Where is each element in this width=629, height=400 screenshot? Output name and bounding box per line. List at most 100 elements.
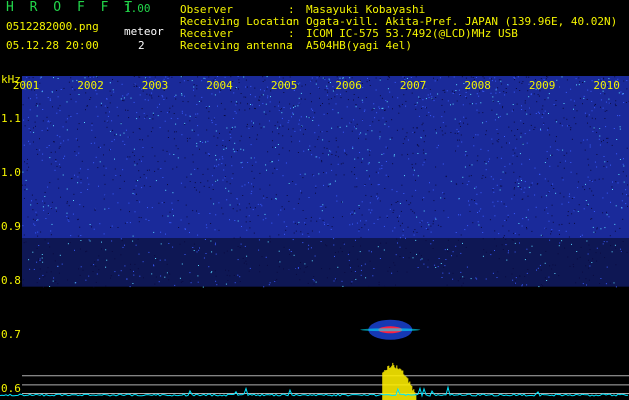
noise-speck [325,172,327,174]
noise-speck [201,80,203,82]
noise-speck [37,105,39,107]
noise-speck [360,132,362,134]
noise-speck [458,123,460,125]
noise-speck [529,129,531,131]
noise-speck [423,235,425,237]
noise-speck [55,159,57,160]
noise-speck [160,231,162,233]
noise-speck [262,103,264,105]
noise-speck [526,227,527,228]
noise-speck [258,239,260,241]
noise-speck [50,207,52,209]
noise-speck [98,146,100,148]
noise-speck [91,226,93,228]
noise-speck [133,193,135,195]
noise-speck [224,108,226,110]
noise-speck [539,112,540,114]
noise-speck [432,189,434,191]
noise-speck [147,135,149,137]
noise-speck [415,108,417,110]
noise-speck [350,121,352,123]
noise-speck [603,241,605,243]
noise-speck [246,263,248,265]
noise-speck [206,227,208,229]
noise-speck [307,149,309,151]
noise-speck [501,146,503,148]
noise-speck [485,121,487,123]
noise-speck [504,220,506,221]
noise-speck [622,193,624,195]
noise-speck [292,239,294,241]
noise-speck [265,113,267,115]
noise-speck [232,173,234,175]
noise-speck [198,265,199,266]
noise-speck [558,149,560,151]
noise-speck [60,89,62,90]
noise-speck [175,145,177,147]
noise-speck [608,98,610,100]
noise-speck [98,185,99,187]
noise-speck [522,143,524,145]
noise-speck [571,213,573,215]
noise-speck [97,167,99,169]
noise-speck [59,254,61,256]
noise-speck [165,189,167,191]
noise-speck [398,112,400,114]
noise-speck [395,202,397,203]
noise-speck [389,267,391,268]
noise-speck [557,165,559,167]
noise-speck [192,247,194,248]
noise-speck [407,226,409,228]
noise-speck [251,164,253,166]
noise-speck [539,264,541,266]
noise-speck [512,149,514,151]
noise-speck [534,194,536,196]
noise-speck [405,237,406,239]
noise-speck [22,284,24,286]
noise-speck [393,262,395,264]
noise-speck [189,232,190,233]
detection-bar [399,368,401,400]
noise-speck [266,88,268,90]
noise-speck [42,206,44,208]
noise-speck [443,193,445,195]
noise-speck [500,201,502,203]
noise-speck [289,76,291,78]
noise-speck [115,175,117,176]
noise-speck [93,76,95,78]
noise-speck [169,273,171,275]
noise-speck [229,131,231,133]
noise-speck [133,76,135,77]
noise-speck [249,137,251,139]
noise-speck [59,166,61,168]
noise-speck [301,126,302,128]
noise-speck [587,176,589,178]
noise-speck [184,229,186,230]
noise-speck [141,108,143,110]
noise-speck [365,138,367,140]
noise-speck [39,77,41,79]
noise-speck [217,137,219,139]
noise-speck [91,129,93,131]
noise-speck [500,83,502,85]
noise-speck [208,186,210,188]
noise-speck [519,275,521,277]
noise-speck [558,245,560,247]
noise-speck [508,230,510,232]
noise-speck [228,140,230,141]
noise-speck [592,130,594,132]
noise-speck [183,80,185,82]
noise-speck [428,111,430,113]
noise-speck [242,257,244,259]
noise-speck [457,280,459,282]
noise-speck [513,194,515,196]
noise-speck [545,195,547,197]
noise-speck [490,254,492,256]
noise-speck [281,206,283,208]
noise-speck [567,256,569,258]
noise-speck [96,273,98,275]
noise-speck [32,209,34,211]
noise-speck [157,115,159,117]
noise-speck [582,283,584,285]
noise-speck [86,105,88,107]
